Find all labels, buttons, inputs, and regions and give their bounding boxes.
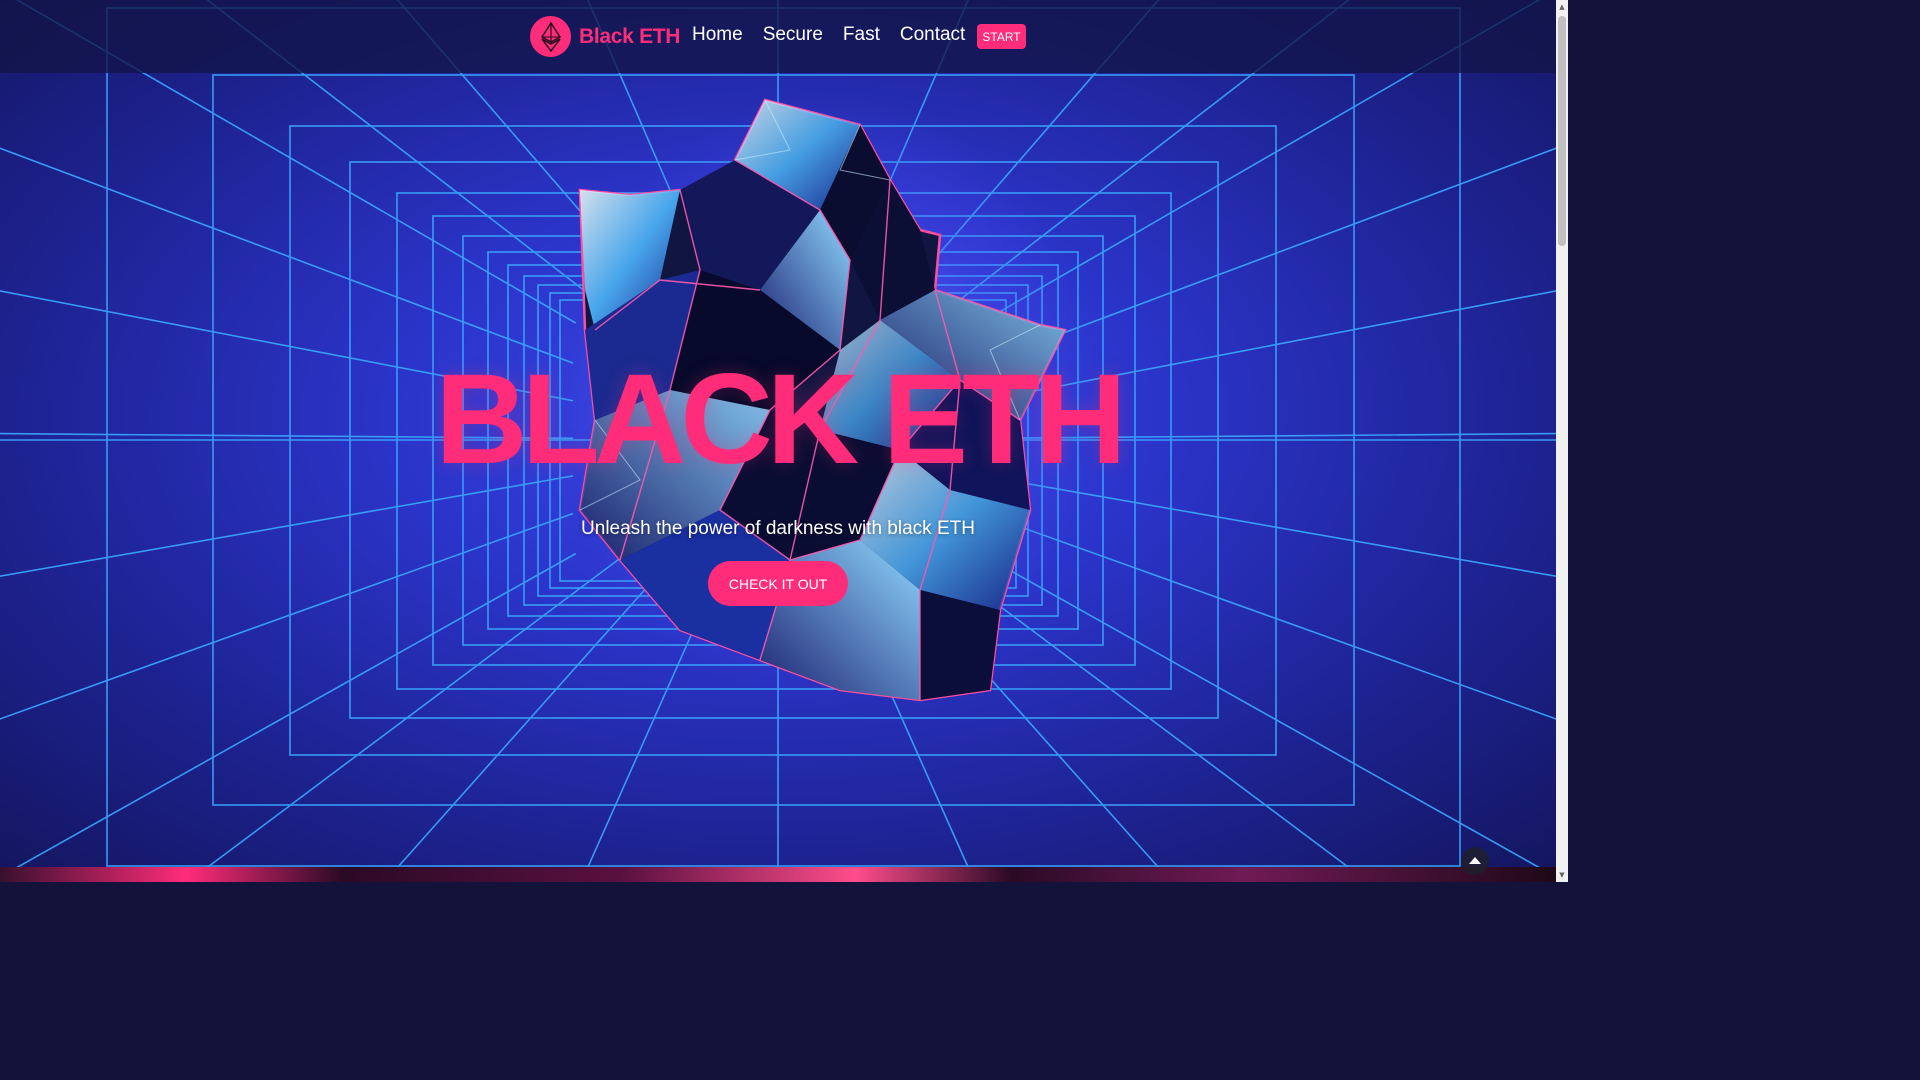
scrollbar-thumb[interactable] bbox=[1558, 16, 1566, 246]
nav-link-contact[interactable]: Contact bbox=[900, 24, 965, 46]
nav-links: Home Secure Fast Contact bbox=[692, 24, 985, 46]
next-section-preview bbox=[0, 867, 1556, 882]
nav-link-secure[interactable]: Secure bbox=[763, 24, 823, 46]
hero-subtitle: Unleash the power of darkness with black… bbox=[581, 518, 975, 539]
start-button[interactable]: START bbox=[977, 24, 1026, 49]
page-scrollbar[interactable]: ▲ ▼ bbox=[1556, 0, 1568, 882]
nav-link-fast[interactable]: Fast bbox=[843, 24, 880, 46]
top-navbar: Black ETH Home Secure Fast Contact START bbox=[0, 0, 1556, 73]
scroll-up-arrow-icon[interactable]: ▲ bbox=[1558, 3, 1566, 11]
nav-link-home[interactable]: Home bbox=[692, 24, 743, 46]
brand-name: Black ETH bbox=[579, 24, 681, 48]
brand[interactable]: Black ETH bbox=[530, 16, 680, 57]
caret-up-icon bbox=[1469, 857, 1481, 864]
ethereum-icon bbox=[530, 16, 571, 57]
scroll-to-top-button[interactable] bbox=[1461, 847, 1489, 875]
scroll-down-arrow-icon[interactable]: ▼ bbox=[1558, 871, 1566, 879]
hero-title: BLACK ETH bbox=[435, 348, 1127, 491]
check-it-out-button[interactable]: CHECK IT OUT bbox=[708, 561, 848, 606]
